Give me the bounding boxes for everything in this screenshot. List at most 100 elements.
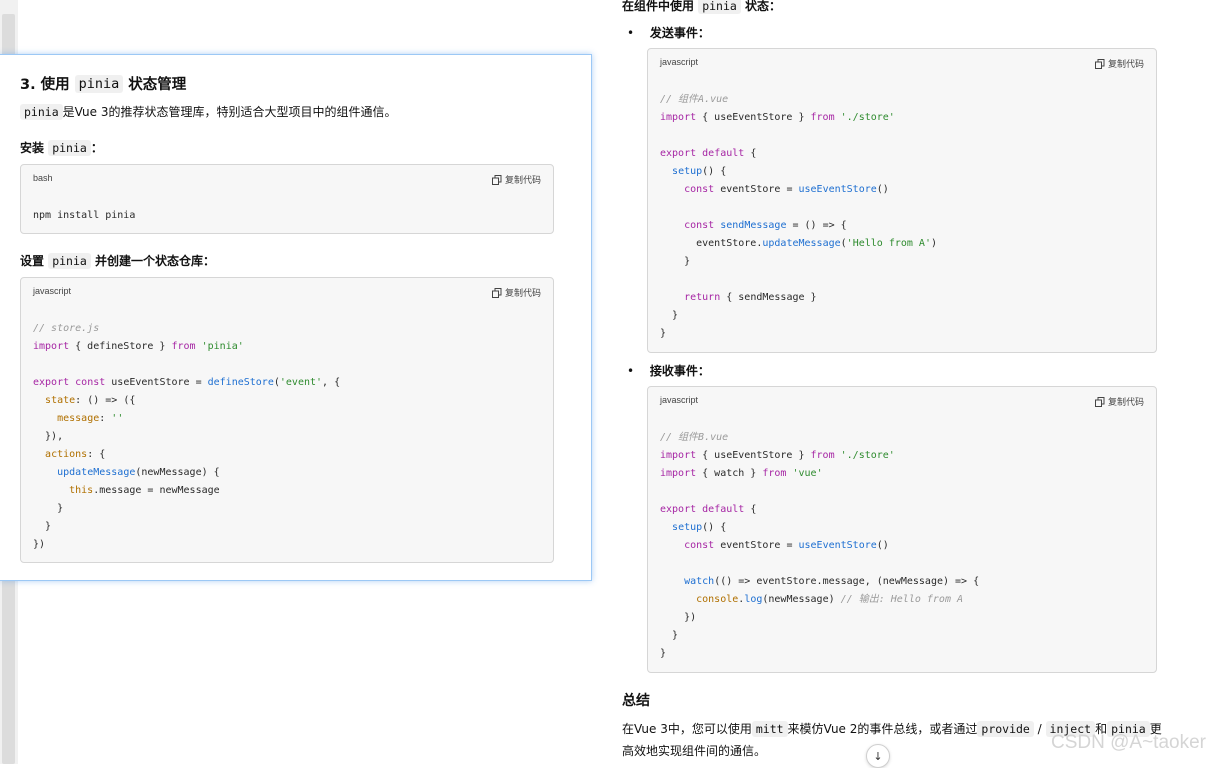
code-block-component-a: javascript 复制代码 // 组件A.vue import { useEv… (647, 48, 1157, 353)
code-line: import { useEventStore } from './store' (660, 109, 937, 127)
code-token: state (45, 395, 76, 406)
setup-heading-prefix: 设置 (20, 254, 45, 268)
code-token: log (744, 594, 763, 605)
code-token: : { (87, 449, 106, 460)
copy-code-button[interactable]: 复制代码 (491, 286, 541, 299)
copy-code-label: 复制代码 (504, 176, 541, 186)
copy-code-label: 复制代码 (1107, 60, 1144, 70)
code-line: updateMessage(newMessage) { (33, 464, 340, 482)
code-token: = () => { (786, 220, 847, 231)
code-token: console (696, 594, 739, 605)
code-token: // store.js (33, 323, 100, 334)
code-token: '' (111, 413, 124, 424)
code-token: defineStore (207, 377, 274, 388)
code-lang-label: javascript (33, 286, 72, 296)
code-lines: // store.js import { defineStore } from '… (33, 320, 340, 554)
code-line: }) (660, 609, 979, 627)
code-line: } (660, 307, 937, 325)
copy-icon (1094, 396, 1105, 407)
code-token: } (33, 503, 64, 514)
code-token: export (33, 377, 70, 388)
code-token: export (660, 504, 697, 515)
code-token: () { (702, 522, 727, 533)
receive-event-label: 接收事件： (649, 364, 710, 378)
code-token: eventStore. (660, 238, 763, 249)
code-token: updateMessage (57, 467, 136, 478)
code-token: useEventStore (798, 540, 877, 551)
code-line: }), (33, 428, 340, 446)
summary-text-1: 在Vue 3中，您可以使用 (622, 722, 752, 736)
bullet-dot: • (627, 364, 635, 378)
code-token: (newMessage) (762, 594, 841, 605)
setup-heading: 设置 pinia 并创建一个状态仓库： (20, 252, 215, 269)
code-token: 'event' (279, 377, 323, 388)
copy-code-button[interactable]: 复制代码 (491, 173, 541, 186)
copy-code-label: 复制代码 (504, 289, 541, 299)
code-token: 'pinia' (201, 341, 244, 352)
code-line: message: '' (33, 410, 340, 428)
code-token: updateMessage (762, 238, 841, 249)
code-line: import { watch } from 'vue' (660, 465, 979, 483)
code-line: // 组件B.vue (660, 429, 979, 447)
list-item-receive-event: • 接收事件： (627, 362, 710, 379)
install-heading-prefix: 安装 (20, 141, 45, 155)
code-token: watch (684, 576, 715, 587)
code-token: } (660, 648, 667, 659)
code-line: // 组件A.vue (660, 91, 937, 109)
code-token: { useEventStore } (696, 450, 811, 461)
code-lines: // 组件B.vue import { useEventStore } from … (660, 429, 979, 663)
usage-heading-suffix: 状态： (745, 0, 782, 13)
code-token: useEventStore = (105, 377, 208, 388)
code-token: const (75, 377, 106, 388)
code-token: (() => eventStore.message, (newMessage) … (714, 576, 980, 587)
code-token: , { (322, 377, 341, 388)
copy-code-button[interactable]: 复制代码 (1094, 395, 1144, 408)
code-line: }) (33, 536, 340, 554)
send-event-label: 发送事件： (649, 26, 710, 40)
code-line: const sendMessage = () => { (660, 217, 937, 235)
copy-code-button[interactable]: 复制代码 (1094, 57, 1144, 70)
code-token: const (684, 184, 715, 195)
arrow-down-icon: ↓ (873, 749, 883, 763)
code-token: './store' (840, 450, 895, 461)
summary-heading: 总结 (622, 693, 650, 709)
scroll-down-button[interactable]: ↓ (866, 744, 890, 768)
install-heading: 安装 pinia： (20, 139, 103, 156)
code-token: useEventStore (798, 184, 877, 195)
section-title-suffix: 状态管理 (128, 77, 187, 93)
code-line: export default { (660, 501, 979, 519)
code-line: console.log(newMessage) // 输出: Hello fro… (660, 591, 979, 609)
code-token: eventStore = (714, 540, 799, 551)
code-token: } (660, 328, 667, 339)
code-token: // 输出: Hello from A (840, 594, 964, 605)
code-token: 'Hello from A' (846, 238, 931, 249)
code-line: } (660, 645, 979, 663)
code-line: actions: { (33, 446, 340, 464)
code-token: : () => ({ (75, 395, 136, 406)
code-token: default (702, 148, 745, 159)
setup-heading-suffix: 并创建一个状态仓库： (95, 254, 216, 268)
code-token: }), (33, 431, 64, 442)
code-token: () (876, 540, 889, 551)
code-token: }) (660, 612, 697, 623)
code-token: // 组件A.vue (660, 94, 729, 105)
code-token: () (876, 184, 889, 195)
code-token: from (171, 341, 196, 352)
code-line: } (660, 325, 937, 343)
code-token: import (33, 341, 70, 352)
code-lang-label: bash (33, 173, 53, 183)
section-title-prefix: 3. 使用 (20, 77, 70, 93)
code-token: default (702, 504, 745, 515)
code-token: this (69, 485, 94, 496)
code-token: sendMessage (720, 220, 787, 231)
code-token: }) (33, 539, 46, 550)
section-title: 3. 使用 pinia 状态管理 (20, 73, 186, 94)
